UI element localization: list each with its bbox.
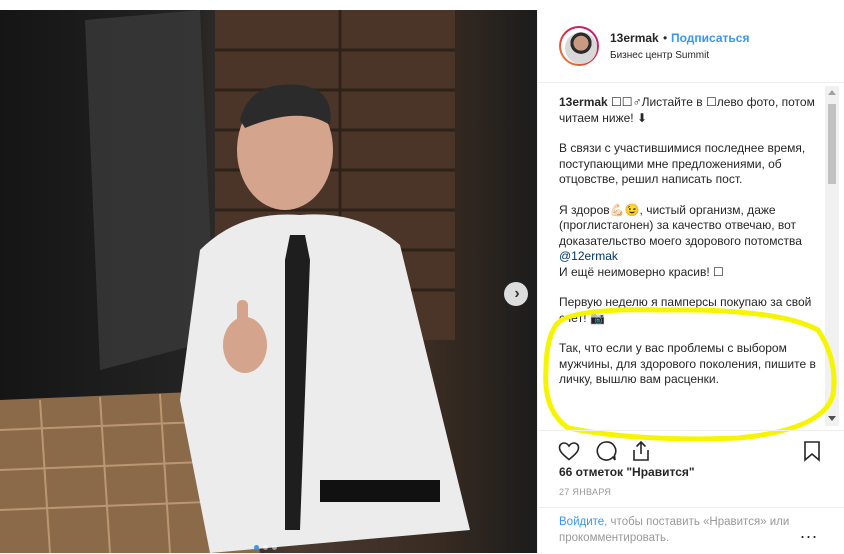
carousel-dots xyxy=(254,545,277,550)
scroll-down-arrow-icon[interactable] xyxy=(828,416,836,421)
caption-text: 13ermak ☐☐♂Листайте в ☐лево фото, потом … xyxy=(559,95,829,435)
carousel-dot xyxy=(263,545,268,550)
likes-count[interactable]: 66 отметок "Нравится" xyxy=(559,465,695,479)
carousel-dot xyxy=(254,545,259,550)
caption-paragraph: В связи с участившимися последнее время,… xyxy=(559,141,806,186)
caption-author[interactable]: 13ermak xyxy=(559,95,608,109)
location-link[interactable]: Бизнес центр Summit xyxy=(610,50,709,61)
separator-dot: • xyxy=(663,31,668,45)
comment-icon[interactable] xyxy=(594,439,618,463)
photo-illustration xyxy=(0,10,470,553)
login-link[interactable]: Войдите xyxy=(559,516,604,528)
caption-paragraph: 13ermak ☐☐♂Листайте в ☐лево фото, потом … xyxy=(559,95,829,126)
scroll-thumb[interactable] xyxy=(828,104,836,184)
share-icon[interactable] xyxy=(629,439,653,463)
caption-scrollbar[interactable] xyxy=(825,86,839,426)
post-sidebar: 13ermak • Подписаться Бизнес центр Summi… xyxy=(537,10,844,553)
username-link[interactable]: 13ermak xyxy=(610,31,659,45)
post-photo[interactable]: › xyxy=(0,10,537,553)
bookmark-icon[interactable] xyxy=(800,439,824,463)
heart-icon[interactable] xyxy=(557,439,581,463)
caption-paragraph: Первую неделю я памперсы покупаю за свой… xyxy=(559,295,812,325)
post-date: 27 ЯНВАРЯ xyxy=(559,487,612,497)
caption-text-part: Я здоров💪🏻😉, чистый организм, даже (прог… xyxy=(559,202,802,248)
login-text: Войдите, чтобы поставить «Нравится» или … xyxy=(559,514,799,546)
caption-paragraph: Я здоров💪🏻😉, чистый организм, даже (прог… xyxy=(559,203,829,281)
carousel-next-button[interactable]: › xyxy=(504,282,528,306)
caption-paragraph: Так, что если у вас проблемы с выбором м… xyxy=(559,341,816,386)
mention-link[interactable]: @12ermak xyxy=(559,249,618,263)
avatar[interactable] xyxy=(559,26,599,66)
more-options-icon[interactable]: ... xyxy=(800,522,818,543)
follow-button[interactable]: Подписаться xyxy=(671,31,749,45)
chevron-right-icon: › xyxy=(514,285,520,302)
post-header: 13ermak • Подписаться Бизнес центр Summi… xyxy=(538,10,844,83)
carousel-dot xyxy=(272,545,277,550)
scroll-up-arrow-icon[interactable] xyxy=(828,90,836,95)
caption-text-part: И ещё неимоверно красив! ☐ xyxy=(559,264,724,279)
login-prompt: Войдите, чтобы поставить «Нравится» или … xyxy=(538,507,844,554)
